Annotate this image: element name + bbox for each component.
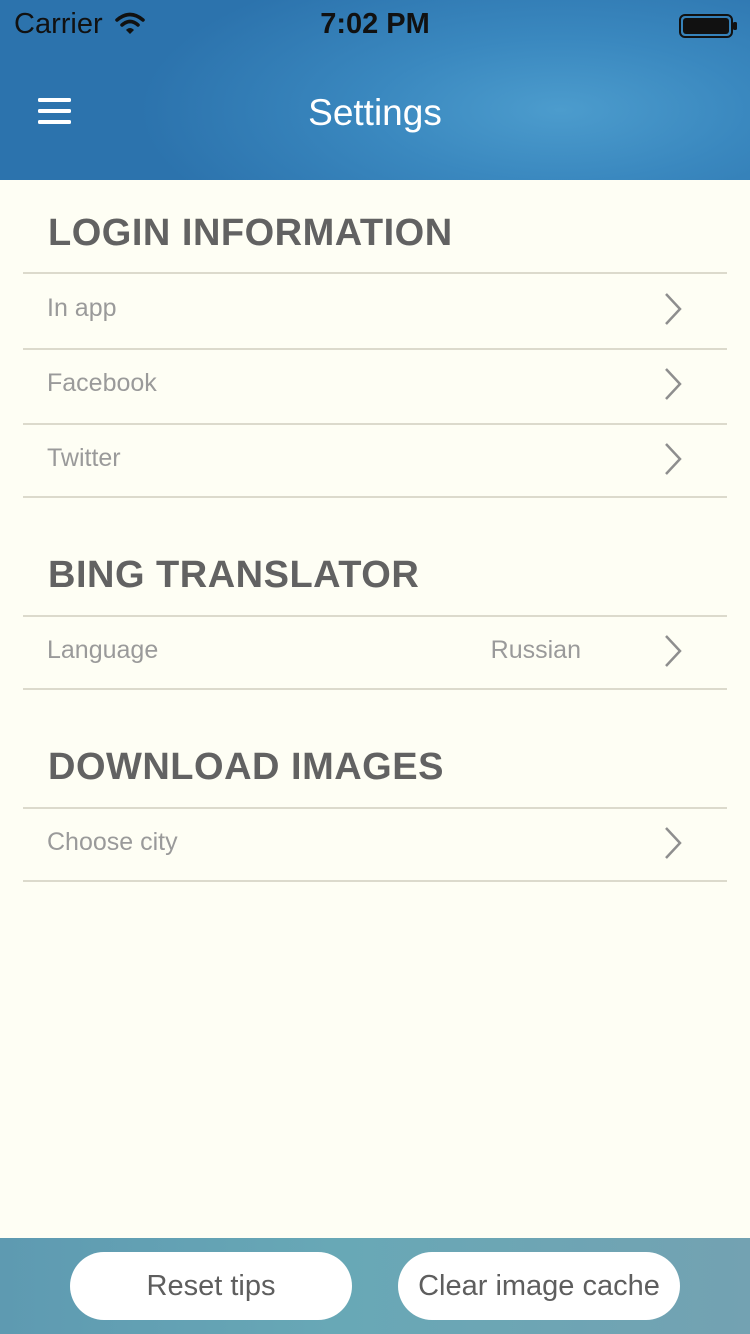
row-label: Facebook [47,369,157,397]
reset-tips-button[interactable]: Reset tips [70,1252,352,1320]
chevron-right-icon [663,442,683,481]
clear-image-cache-button[interactable]: Clear image cache [398,1252,680,1320]
settings-row-choose-city[interactable]: Choose city [23,808,727,882]
header: Carrier 7:02 PM Settings [0,0,750,180]
status-bar: Carrier 7:02 PM [0,0,750,52]
section-title-bing-translator: BING TRANSLATOR [48,554,420,596]
page-title: Settings [308,92,442,133]
footer-bar: Reset tips Clear image cache [0,1238,750,1334]
row-label: Twitter [47,444,121,472]
chevron-right-icon [663,367,683,406]
chevron-right-icon [663,292,683,331]
chevron-right-icon [663,634,683,673]
settings-row-in-app[interactable]: In app [23,274,727,348]
divider [23,880,727,882]
row-label: In app [47,294,117,322]
status-time: 7:02 PM [320,8,430,40]
settings-row-twitter[interactable]: Twitter [23,424,727,498]
battery-icon [679,14,739,43]
chevron-right-icon [663,826,683,865]
row-label: Language [47,636,159,664]
row-label: Choose city [47,828,178,856]
divider [23,688,727,690]
section-title-login: LOGIN INFORMATION [48,212,453,254]
settings-row-language[interactable]: Language Russian [23,616,727,690]
divider [23,496,727,498]
language-value: Russian [490,636,581,664]
settings-row-facebook[interactable]: Facebook [23,349,727,423]
section-title-download-images: DOWNLOAD IMAGES [48,746,444,788]
